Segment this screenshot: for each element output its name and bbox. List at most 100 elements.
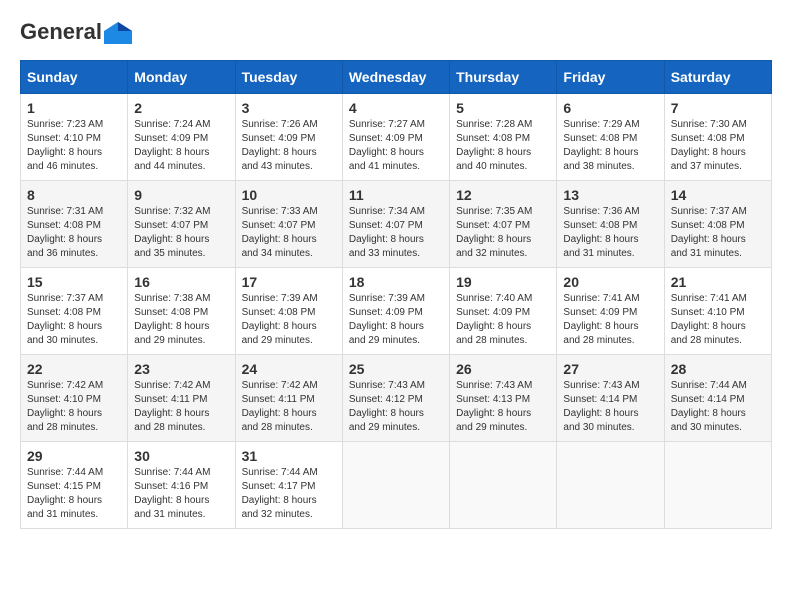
calendar-week-row: 29 Sunrise: 7:44 AMSunset: 4:15 PMDayligh… xyxy=(21,442,772,529)
calendar-day-cell: 6 Sunrise: 7:29 AMSunset: 4:08 PMDaylight… xyxy=(557,94,664,181)
calendar-day-cell: 21Sunrise: 7:41 AMSunset: 4:10 PMDayligh… xyxy=(664,268,771,355)
day-info: Sunrise: 7:37 AMSunset: 4:08 PMDaylight:… xyxy=(27,292,121,348)
day-number: 23 xyxy=(134,361,228,377)
calendar-day-cell: 28 Sunrise: 7:44 AMSunset: 4:14 PMDayligh… xyxy=(664,355,771,442)
day-number: 12 xyxy=(456,187,550,203)
day-number: 24 xyxy=(242,361,336,377)
day-number: 15 xyxy=(27,274,121,290)
calendar-day-cell: 30 Sunrise: 7:44 AMSunset: 4:16 PMDayligh… xyxy=(128,442,235,529)
calendar-day-cell: 29 Sunrise: 7:44 AMSunset: 4:15 PMDayligh… xyxy=(21,442,128,529)
day-info: Sunrise: 7:44 AMSunset: 4:16 PMDaylight:… xyxy=(134,466,228,522)
day-info: Sunrise: 7:23 AMSunset: 4:10 PMDaylight:… xyxy=(27,118,121,174)
day-info: Sunrise: 7:44 AMSunset: 4:15 PMDaylight:… xyxy=(27,466,121,522)
logo-general: General xyxy=(20,20,102,44)
calendar-day-cell: 24 Sunrise: 7:42 AMSunset: 4:11 PMDayligh… xyxy=(235,355,342,442)
day-info: Sunrise: 7:43 AMSunset: 4:12 PMDaylight:… xyxy=(349,379,443,435)
empty-cell xyxy=(342,442,449,529)
day-number: 28 xyxy=(671,361,765,377)
day-info: Sunrise: 7:43 AMSunset: 4:13 PMDaylight:… xyxy=(456,379,550,435)
empty-cell xyxy=(450,442,557,529)
day-info: Sunrise: 7:28 AMSunset: 4:08 PMDaylight:… xyxy=(456,118,550,174)
calendar-day-cell: 18 Sunrise: 7:39 AMSunset: 4:09 PMDayligh… xyxy=(342,268,449,355)
logo-icon xyxy=(104,22,132,44)
day-number: 29 xyxy=(27,448,121,464)
day-info: Sunrise: 7:33 AMSunset: 4:07 PMDaylight:… xyxy=(242,205,336,261)
day-info: Sunrise: 7:43 AMSunset: 4:14 PMDaylight:… xyxy=(563,379,657,435)
calendar-day-cell: 23 Sunrise: 7:42 AMSunset: 4:11 PMDayligh… xyxy=(128,355,235,442)
calendar-day-cell: 31Sunrise: 7:44 AMSunset: 4:17 PMDayligh… xyxy=(235,442,342,529)
calendar-day-cell: 4 Sunrise: 7:27 AMSunset: 4:09 PMDaylight… xyxy=(342,94,449,181)
logo: General xyxy=(20,20,134,44)
weekday-header: Friday xyxy=(557,61,664,94)
calendar-day-cell: 1 Sunrise: 7:23 AMSunset: 4:10 PMDaylight… xyxy=(21,94,128,181)
day-number: 27 xyxy=(563,361,657,377)
page-header: General xyxy=(20,20,772,44)
calendar-day-cell: 11 Sunrise: 7:34 AMSunset: 4:07 PMDayligh… xyxy=(342,181,449,268)
calendar-week-row: 15 Sunrise: 7:37 AMSunset: 4:08 PMDayligh… xyxy=(21,268,772,355)
day-number: 3 xyxy=(242,100,336,116)
calendar-day-cell: 13Sunrise: 7:36 AMSunset: 4:08 PMDayligh… xyxy=(557,181,664,268)
calendar-week-row: 22 Sunrise: 7:42 AMSunset: 4:10 PMDayligh… xyxy=(21,355,772,442)
day-info: Sunrise: 7:27 AMSunset: 4:09 PMDaylight:… xyxy=(349,118,443,174)
day-info: Sunrise: 7:32 AMSunset: 4:07 PMDaylight:… xyxy=(134,205,228,261)
calendar-day-cell: 3 Sunrise: 7:26 AMSunset: 4:09 PMDaylight… xyxy=(235,94,342,181)
day-number: 1 xyxy=(27,100,121,116)
empty-cell xyxy=(664,442,771,529)
calendar-day-cell: 27 Sunrise: 7:43 AMSunset: 4:14 PMDayligh… xyxy=(557,355,664,442)
calendar-day-cell: 20 Sunrise: 7:41 AMSunset: 4:09 PMDayligh… xyxy=(557,268,664,355)
weekday-header: Saturday xyxy=(664,61,771,94)
day-number: 18 xyxy=(349,274,443,290)
day-number: 31 xyxy=(242,448,336,464)
day-number: 8 xyxy=(27,187,121,203)
day-number: 30 xyxy=(134,448,228,464)
calendar-day-cell: 9Sunrise: 7:32 AMSunset: 4:07 PMDaylight… xyxy=(128,181,235,268)
weekday-header: Tuesday xyxy=(235,61,342,94)
day-info: Sunrise: 7:37 AMSunset: 4:08 PMDaylight:… xyxy=(671,205,765,261)
day-info: Sunrise: 7:26 AMSunset: 4:09 PMDaylight:… xyxy=(242,118,336,174)
weekday-header: Sunday xyxy=(21,61,128,94)
calendar-day-cell: 8Sunrise: 7:31 AMSunset: 4:08 PMDaylight… xyxy=(21,181,128,268)
calendar-day-cell: 5 Sunrise: 7:28 AMSunset: 4:08 PMDaylight… xyxy=(450,94,557,181)
day-number: 17 xyxy=(242,274,336,290)
day-number: 13 xyxy=(563,187,657,203)
calendar: SundayMondayTuesdayWednesdayThursdayFrid… xyxy=(20,60,772,529)
day-info: Sunrise: 7:41 AMSunset: 4:09 PMDaylight:… xyxy=(563,292,657,348)
day-info: Sunrise: 7:29 AMSunset: 4:08 PMDaylight:… xyxy=(563,118,657,174)
day-number: 14 xyxy=(671,187,765,203)
calendar-day-cell: 15 Sunrise: 7:37 AMSunset: 4:08 PMDayligh… xyxy=(21,268,128,355)
day-info: Sunrise: 7:42 AMSunset: 4:11 PMDaylight:… xyxy=(134,379,228,435)
calendar-day-cell: 17 Sunrise: 7:39 AMSunset: 4:08 PMDayligh… xyxy=(235,268,342,355)
calendar-day-cell: 16 Sunrise: 7:38 AMSunset: 4:08 PMDayligh… xyxy=(128,268,235,355)
day-info: Sunrise: 7:34 AMSunset: 4:07 PMDaylight:… xyxy=(349,205,443,261)
day-number: 5 xyxy=(456,100,550,116)
calendar-day-cell: 10 Sunrise: 7:33 AMSunset: 4:07 PMDayligh… xyxy=(235,181,342,268)
calendar-day-cell: 12 Sunrise: 7:35 AMSunset: 4:07 PMDayligh… xyxy=(450,181,557,268)
empty-cell xyxy=(557,442,664,529)
day-number: 20 xyxy=(563,274,657,290)
day-info: Sunrise: 7:44 AMSunset: 4:14 PMDaylight:… xyxy=(671,379,765,435)
day-info: Sunrise: 7:39 AMSunset: 4:08 PMDaylight:… xyxy=(242,292,336,348)
day-info: Sunrise: 7:35 AMSunset: 4:07 PMDaylight:… xyxy=(456,205,550,261)
day-info: Sunrise: 7:40 AMSunset: 4:09 PMDaylight:… xyxy=(456,292,550,348)
calendar-day-cell: 14 Sunrise: 7:37 AMSunset: 4:08 PMDayligh… xyxy=(664,181,771,268)
day-number: 11 xyxy=(349,187,443,203)
day-info: Sunrise: 7:38 AMSunset: 4:08 PMDaylight:… xyxy=(134,292,228,348)
day-number: 10 xyxy=(242,187,336,203)
weekday-header: Monday xyxy=(128,61,235,94)
day-number: 26 xyxy=(456,361,550,377)
calendar-day-cell: 2Sunrise: 7:24 AMSunset: 4:09 PMDaylight… xyxy=(128,94,235,181)
calendar-day-cell: 19Sunrise: 7:40 AMSunset: 4:09 PMDayligh… xyxy=(450,268,557,355)
calendar-day-cell: 22 Sunrise: 7:42 AMSunset: 4:10 PMDayligh… xyxy=(21,355,128,442)
calendar-week-row: 1 Sunrise: 7:23 AMSunset: 4:10 PMDaylight… xyxy=(21,94,772,181)
day-info: Sunrise: 7:42 AMSunset: 4:10 PMDaylight:… xyxy=(27,379,121,435)
day-number: 21 xyxy=(671,274,765,290)
day-info: Sunrise: 7:42 AMSunset: 4:11 PMDaylight:… xyxy=(242,379,336,435)
day-number: 2 xyxy=(134,100,228,116)
calendar-week-row: 8Sunrise: 7:31 AMSunset: 4:08 PMDaylight… xyxy=(21,181,772,268)
day-info: Sunrise: 7:39 AMSunset: 4:09 PMDaylight:… xyxy=(349,292,443,348)
day-number: 22 xyxy=(27,361,121,377)
day-number: 25 xyxy=(349,361,443,377)
day-number: 4 xyxy=(349,100,443,116)
day-number: 16 xyxy=(134,274,228,290)
day-number: 6 xyxy=(563,100,657,116)
